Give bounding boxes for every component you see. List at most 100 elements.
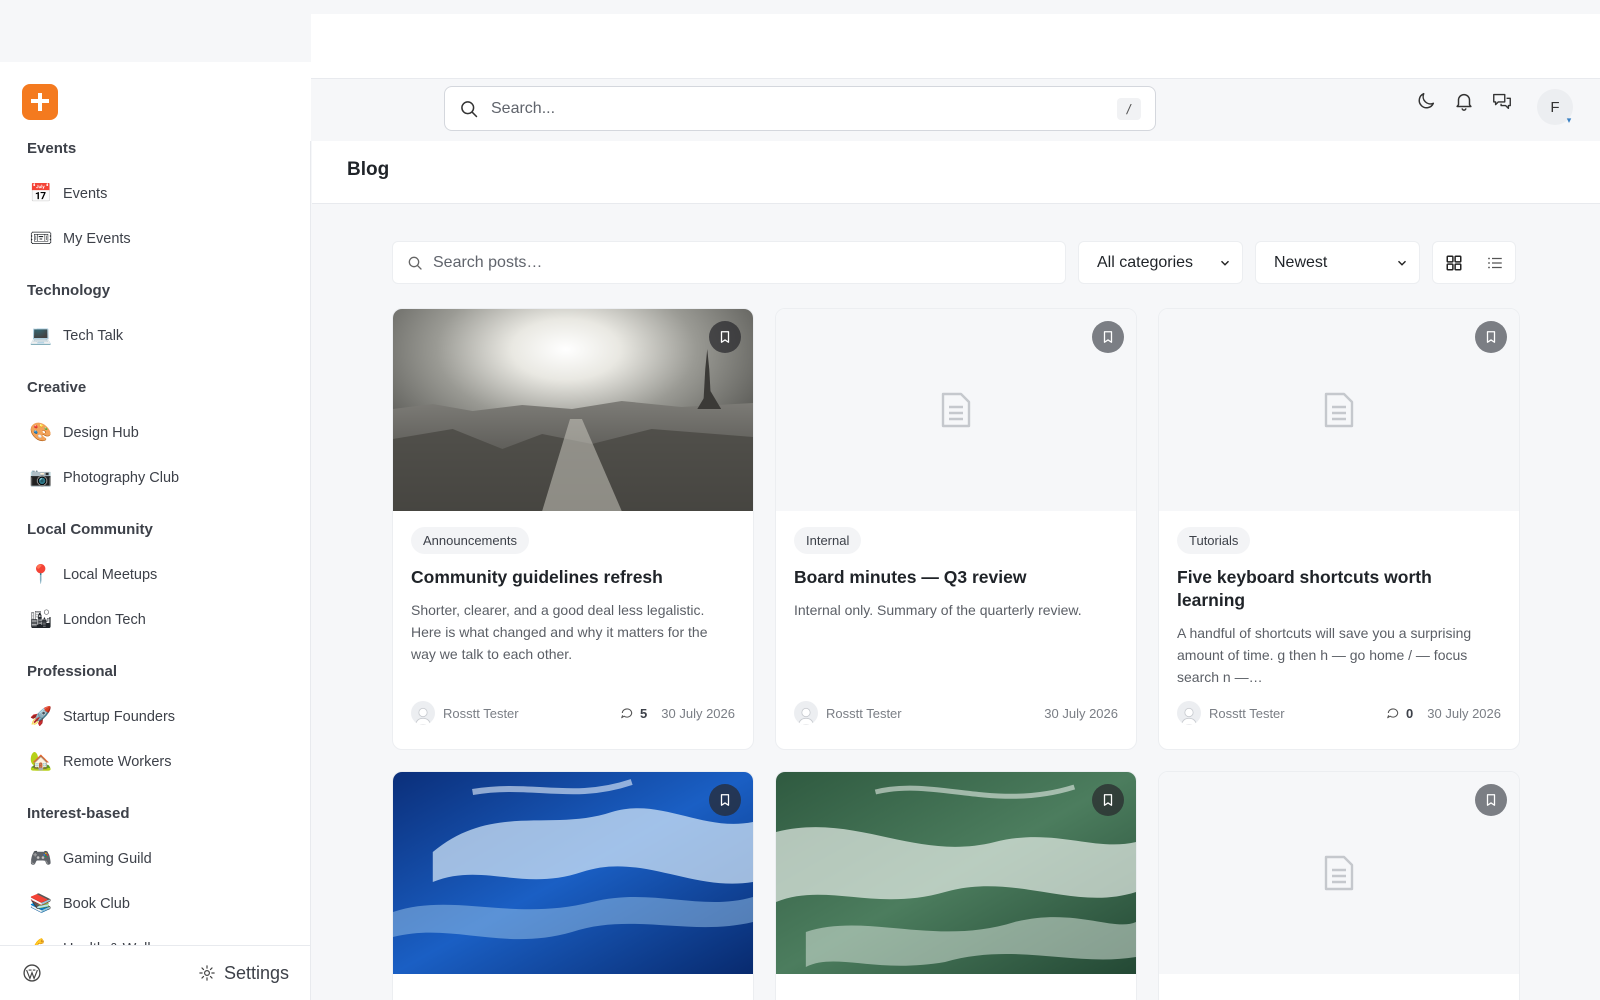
sidebar-section-title: Interest-based xyxy=(27,805,130,822)
messages-button[interactable] xyxy=(1491,90,1513,112)
bookmark-icon xyxy=(1103,794,1113,806)
bookmark-button[interactable] xyxy=(709,784,741,816)
post-image xyxy=(393,772,753,974)
palette-icon: 🎨 xyxy=(29,422,53,442)
grid-view-button[interactable] xyxy=(1433,242,1474,283)
sort-select-value: Newest xyxy=(1274,253,1328,271)
post-card[interactable] xyxy=(392,771,754,1000)
sidebar-item-label: Local Meetups xyxy=(63,566,158,583)
header-bar xyxy=(311,14,1600,79)
sidebar-item-book-club[interactable]: 📚 Book Club xyxy=(0,881,310,926)
sidebar-item-label: Tech Talk xyxy=(63,327,124,344)
post-image xyxy=(1159,309,1519,511)
post-comments[interactable]: 0 xyxy=(1386,706,1413,721)
post-title[interactable]: Five keyboard shortcuts worth learning xyxy=(1177,566,1501,612)
app-logo[interactable] xyxy=(22,83,58,120)
sidebar-item-gaming-guild[interactable]: 🎮 Gaming Guild xyxy=(0,836,310,881)
city-photo xyxy=(393,309,753,511)
post-card[interactable]: Announcements Community guidelines refre… xyxy=(392,308,754,750)
laptop-icon: 💻 xyxy=(29,325,53,345)
rocket-icon: 🚀 xyxy=(29,706,53,726)
grid-icon xyxy=(1446,255,1461,270)
sidebar-section-title: Technology xyxy=(27,282,111,299)
sidebar-item-london-tech[interactable]: 🏙 London Tech xyxy=(0,597,310,642)
user-icon xyxy=(1181,707,1197,725)
post-title[interactable]: Board minutes — Q3 review xyxy=(794,566,1118,589)
post-category-tag[interactable]: Announcements xyxy=(411,527,529,554)
sidebar-item-label: Gaming Guild xyxy=(63,850,152,867)
sidebar-item-remote-workers[interactable]: 🏡 Remote Workers xyxy=(0,739,310,784)
post-category-tag[interactable]: Internal xyxy=(794,527,862,554)
sort-select[interactable]: Newest xyxy=(1255,241,1420,284)
post-card[interactable]: Internal Board minutes — Q3 review Inter… xyxy=(775,308,1137,750)
post-category-tag[interactable]: Tutorials xyxy=(1177,527,1251,554)
header-actions xyxy=(1415,90,1513,112)
moon-icon xyxy=(1418,92,1435,109)
sidebar-item-my-events[interactable]: 🎟 My Events xyxy=(0,216,310,261)
post-author[interactable]: Rosstt Tester xyxy=(443,706,620,721)
sidebar-item-photography-club[interactable]: 📷 Photography Club xyxy=(0,455,310,500)
post-body: Announcements Community guidelines refre… xyxy=(393,511,753,749)
document-icon xyxy=(1324,855,1354,891)
gear-icon xyxy=(199,965,215,981)
sidebar-item-events[interactable]: 📅 Events xyxy=(0,171,310,216)
sidebar-item-label: My Events xyxy=(63,230,131,247)
user-icon xyxy=(415,707,431,725)
post-footer: Rosstt Tester 0 30 July 2026 xyxy=(1177,701,1501,725)
category-select-value: All categories xyxy=(1097,253,1194,271)
theme-toggle-button[interactable] xyxy=(1415,90,1437,112)
sidebar-section-title: Local Community xyxy=(27,521,153,538)
category-select[interactable]: All categories xyxy=(1078,241,1243,284)
bookmark-button[interactable] xyxy=(1092,321,1124,353)
post-date: 30 July 2026 xyxy=(1427,705,1501,721)
settings-button[interactable]: Settings xyxy=(198,963,289,984)
post-excerpt: Internal only. Summary of the quarterly … xyxy=(794,602,1082,618)
wordpress-icon[interactable] xyxy=(22,963,42,983)
bookmark-icon xyxy=(720,331,730,343)
camera-icon: 📷 xyxy=(29,467,53,487)
post-search[interactable] xyxy=(392,241,1066,284)
sidebar-item-label: Photography Club xyxy=(63,469,180,486)
sidebar-item-startup-founders[interactable]: 🚀 Startup Founders xyxy=(0,694,310,739)
sidebar-item-label: Book Club xyxy=(63,895,130,912)
search-input[interactable] xyxy=(491,99,1117,118)
sidebar-item-label: Design Hub xyxy=(63,424,139,441)
bookmark-icon xyxy=(1486,331,1496,343)
bookmark-button[interactable] xyxy=(1475,321,1507,353)
post-card[interactable] xyxy=(1158,771,1520,1000)
post-body: Tutorials Five keyboard shortcuts worth … xyxy=(1159,511,1519,749)
plus-logo-icon xyxy=(31,92,49,111)
sidebar-scroll[interactable]: Events 📅 Events 🎟 My Events Technology 💻… xyxy=(0,141,310,971)
post-image xyxy=(393,309,753,511)
post-card[interactable] xyxy=(775,771,1137,1000)
sidebar-section-title: Professional xyxy=(27,663,118,680)
notifications-button[interactable] xyxy=(1453,90,1475,112)
global-search[interactable]: / xyxy=(444,86,1156,131)
sidebar-footer: Settings xyxy=(0,945,310,1000)
sidebar-section-title: Events xyxy=(27,141,77,157)
post-title[interactable]: Community guidelines refresh xyxy=(411,566,735,589)
gamepad-icon: 🎮 xyxy=(29,848,53,868)
post-card[interactable]: Tutorials Five keyboard shortcuts worth … xyxy=(1158,308,1520,750)
search-posts-input[interactable] xyxy=(433,253,1051,272)
post-author[interactable]: Rosstt Tester xyxy=(826,706,1044,721)
sidebar-section-title: Creative xyxy=(27,379,87,396)
sidebar-item-design-hub[interactable]: 🎨 Design Hub xyxy=(0,410,310,455)
post-comments[interactable]: 5 xyxy=(620,706,647,721)
user-avatar-button[interactable]: F ▾ xyxy=(1537,89,1573,125)
bookmark-button[interactable] xyxy=(1475,784,1507,816)
chevron-down-icon xyxy=(1398,260,1406,266)
post-excerpt: Shorter, clearer, and a good deal less l… xyxy=(411,602,708,662)
sidebar-item-tech-talk[interactable]: 💻 Tech Talk xyxy=(0,313,310,358)
sidebar-item-local-meetups[interactable]: 📍 Local Meetups xyxy=(0,552,310,597)
post-author[interactable]: Rosstt Tester xyxy=(1209,706,1386,721)
comment-icon xyxy=(1387,708,1399,719)
bookmark-button[interactable] xyxy=(1092,784,1124,816)
list-icon xyxy=(1487,257,1502,268)
author-avatar xyxy=(794,701,818,725)
page-title-bar: Blog xyxy=(312,141,1600,204)
bookmark-button[interactable] xyxy=(709,321,741,353)
blue-wave-photo xyxy=(393,772,753,974)
avatar-initial: F xyxy=(1550,98,1560,116)
list-view-button[interactable] xyxy=(1474,242,1515,283)
